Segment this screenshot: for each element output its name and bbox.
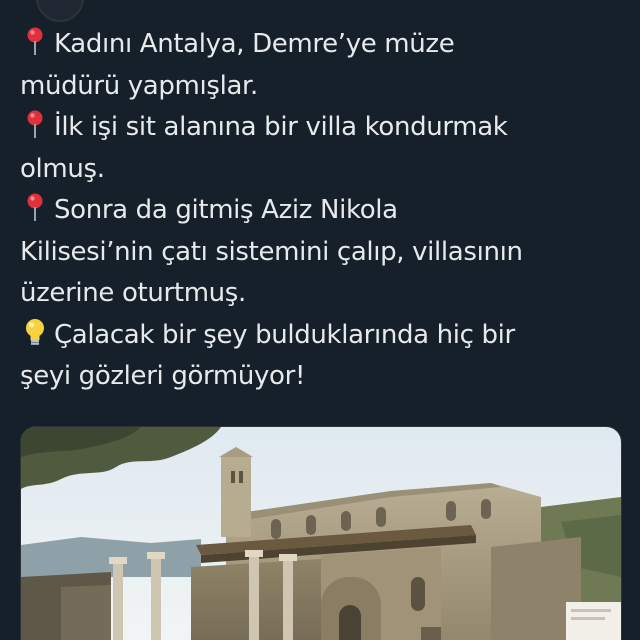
tweet-line: İlk işi sit alanına bir villa kondurmak [20, 107, 630, 149]
tweet-line-text: Çalacak bir şey bulduklarında hiç bir [54, 319, 515, 350]
tweet-line-text: Kadını Antalya, Demre’ye müze [54, 29, 455, 59]
avatar[interactable] [36, 0, 84, 22]
tweet-line: Kadını Antalya, Demre’ye müze [20, 24, 630, 66]
pushpin-icon [27, 193, 43, 221]
tweet-line-text: üzerine oturtmuş. [20, 278, 246, 308]
tweet-line: Çalacak bir şey bulduklarında hiç bir [20, 315, 630, 357]
tweet-line: müdürü yapmışlar. [20, 66, 630, 108]
tweet-line-text: olmuş. [20, 153, 105, 184]
church-ruins-photo [21, 427, 621, 640]
pushpin-icon [27, 27, 43, 55]
tweet-line-text: müdürü yapmışlar. [20, 70, 258, 101]
tweet-line: Kilisesi’nin çatı sistemini çalıp, villa… [20, 232, 630, 274]
tweet-line: Sonra da gitmiş Aziz Nikola [20, 190, 630, 232]
pushpin-icon [27, 110, 43, 138]
tweet-text: Kadını Antalya, Demre’ye müze müdürü yap… [20, 24, 630, 398]
light-bulb-icon [26, 318, 44, 345]
tweet-line: şeyi gözleri görmüyor! [20, 356, 630, 398]
tweet-line-text: şeyi gözleri görmüyor! [20, 361, 306, 391]
tweet-line-text: Sonra da gitmiş Aziz Nikola [54, 195, 398, 225]
tweet-line-text: İlk işi sit alanına bir villa kondurmak [54, 112, 508, 142]
tweet-line-text: Kilisesi’nin çatı sistemini çalıp, villa… [20, 236, 523, 267]
tweet-media[interactable] [20, 426, 622, 640]
tweet-line: olmuş. [20, 149, 630, 191]
tweet-line: üzerine oturtmuş. [20, 273, 630, 315]
